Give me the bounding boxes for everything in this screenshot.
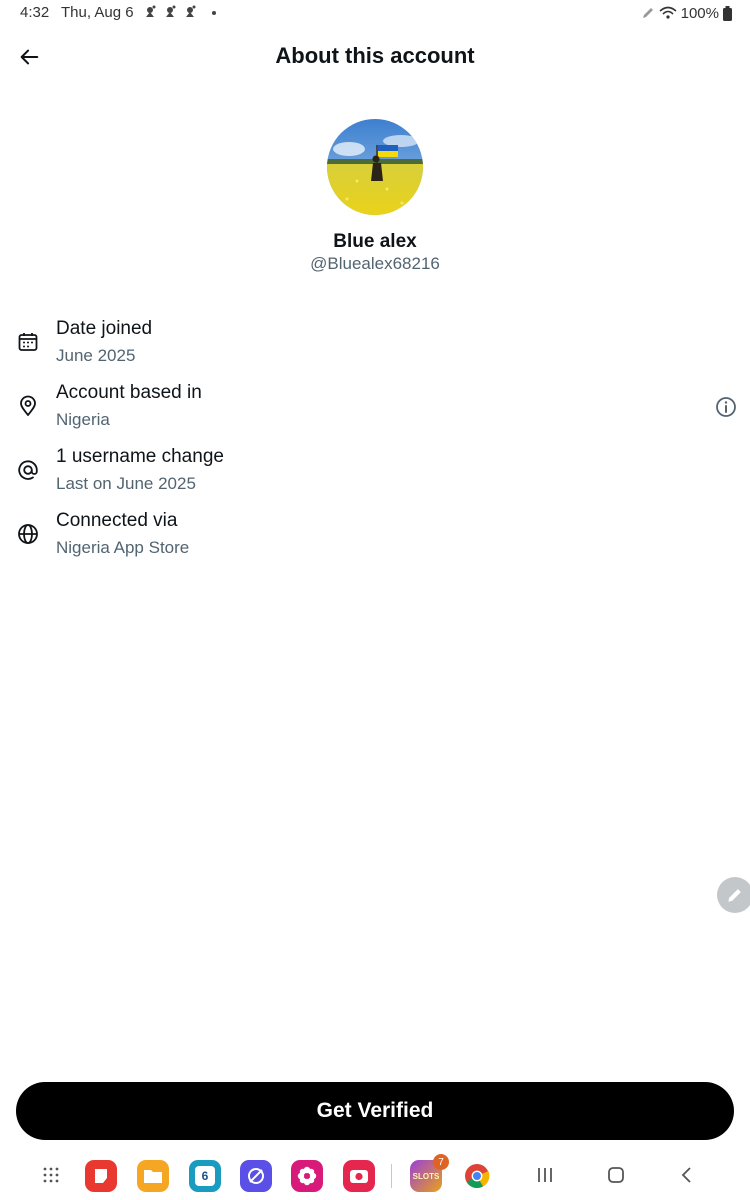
globe-icon bbox=[18, 524, 38, 544]
folder-app-icon bbox=[144, 1170, 162, 1183]
internet-app-icon bbox=[248, 1168, 264, 1184]
info-row-date-joined: Date joined June 2025 bbox=[0, 318, 750, 374]
calendar-app-icon: 6 bbox=[195, 1166, 215, 1186]
at-sign-icon bbox=[18, 460, 38, 480]
battery-icon bbox=[723, 5, 732, 21]
floating-edit-button[interactable] bbox=[717, 877, 750, 913]
info-title: Date joined bbox=[56, 318, 153, 339]
info-subtitle: Nigeria bbox=[56, 410, 110, 429]
slots-app-icon: SLOTS bbox=[412, 1171, 440, 1181]
app-notification-icon bbox=[146, 5, 196, 17]
avatar[interactable] bbox=[327, 119, 423, 215]
info-title: Connected via bbox=[56, 510, 178, 531]
pencil-icon bbox=[728, 889, 741, 902]
app-grid-icon bbox=[43, 1167, 59, 1183]
dock-app-files[interactable] bbox=[137, 1160, 169, 1192]
app-drawer-button[interactable] bbox=[39, 1163, 63, 1187]
system-back-button[interactable] bbox=[675, 1163, 699, 1187]
info-row-connected-via: Connected via Nigeria App Store bbox=[0, 510, 750, 566]
pen-status-icon bbox=[642, 8, 653, 18]
chrome-app-icon bbox=[465, 1164, 490, 1189]
status-date: Thu, Aug 6 bbox=[61, 4, 134, 21]
camera-app-icon bbox=[350, 1170, 368, 1183]
info-subtitle: Nigeria App Store bbox=[56, 538, 190, 557]
system-dock: 6 SLOTS 7 bbox=[0, 1150, 750, 1200]
get-verified-button[interactable]: Get Verified bbox=[16, 1082, 734, 1140]
more-dot-icon bbox=[211, 11, 216, 15]
info-title: Account based in bbox=[56, 382, 202, 403]
info-row-account-based-in: Account based in Nigeria bbox=[0, 382, 750, 438]
dock-app-slots[interactable]: SLOTS 7 bbox=[410, 1154, 449, 1192]
notes-app-icon bbox=[95, 1169, 107, 1183]
recents-button[interactable] bbox=[533, 1163, 557, 1187]
status-bar: 4:32 Thu, Aug 6 100% bbox=[0, 0, 750, 26]
info-row-username-change: 1 username change Last on June 2025 bbox=[0, 446, 750, 502]
location-pin-icon bbox=[20, 395, 36, 416]
user-handle: @Bluealex68216 bbox=[310, 254, 440, 273]
recents-icon bbox=[538, 1168, 552, 1182]
status-right: 100% bbox=[641, 3, 732, 23]
avatar-image bbox=[327, 119, 423, 215]
dock-app-notes[interactable] bbox=[85, 1160, 117, 1192]
status-time: 4:32 bbox=[20, 4, 50, 21]
dock-app-chrome[interactable] bbox=[461, 1160, 493, 1192]
dock-app-gallery[interactable] bbox=[291, 1160, 323, 1192]
notification-icons bbox=[143, 4, 219, 23]
dock-app-camera[interactable] bbox=[343, 1160, 375, 1192]
home-icon bbox=[608, 1167, 624, 1183]
battery-percent: 100% bbox=[680, 4, 719, 22]
flower-app-icon bbox=[297, 1166, 317, 1186]
page-title: About this account bbox=[275, 43, 475, 68]
info-title: 1 username change bbox=[56, 446, 224, 467]
dock-app-calendar[interactable]: 6 bbox=[189, 1160, 221, 1192]
calendar-icon bbox=[18, 333, 38, 351]
info-subtitle: June 2025 bbox=[56, 346, 136, 365]
wifi-icon bbox=[659, 6, 677, 19]
chevron-left-icon bbox=[681, 1167, 691, 1183]
info-subtitle: Last on June 2025 bbox=[56, 474, 196, 493]
dock-app-browser[interactable] bbox=[240, 1160, 272, 1192]
notification-badge: 7 bbox=[433, 1154, 449, 1170]
info-icon[interactable] bbox=[714, 395, 738, 419]
dock-separator bbox=[391, 1164, 392, 1188]
display-name: Blue alex bbox=[333, 231, 417, 252]
home-button[interactable] bbox=[604, 1163, 628, 1187]
